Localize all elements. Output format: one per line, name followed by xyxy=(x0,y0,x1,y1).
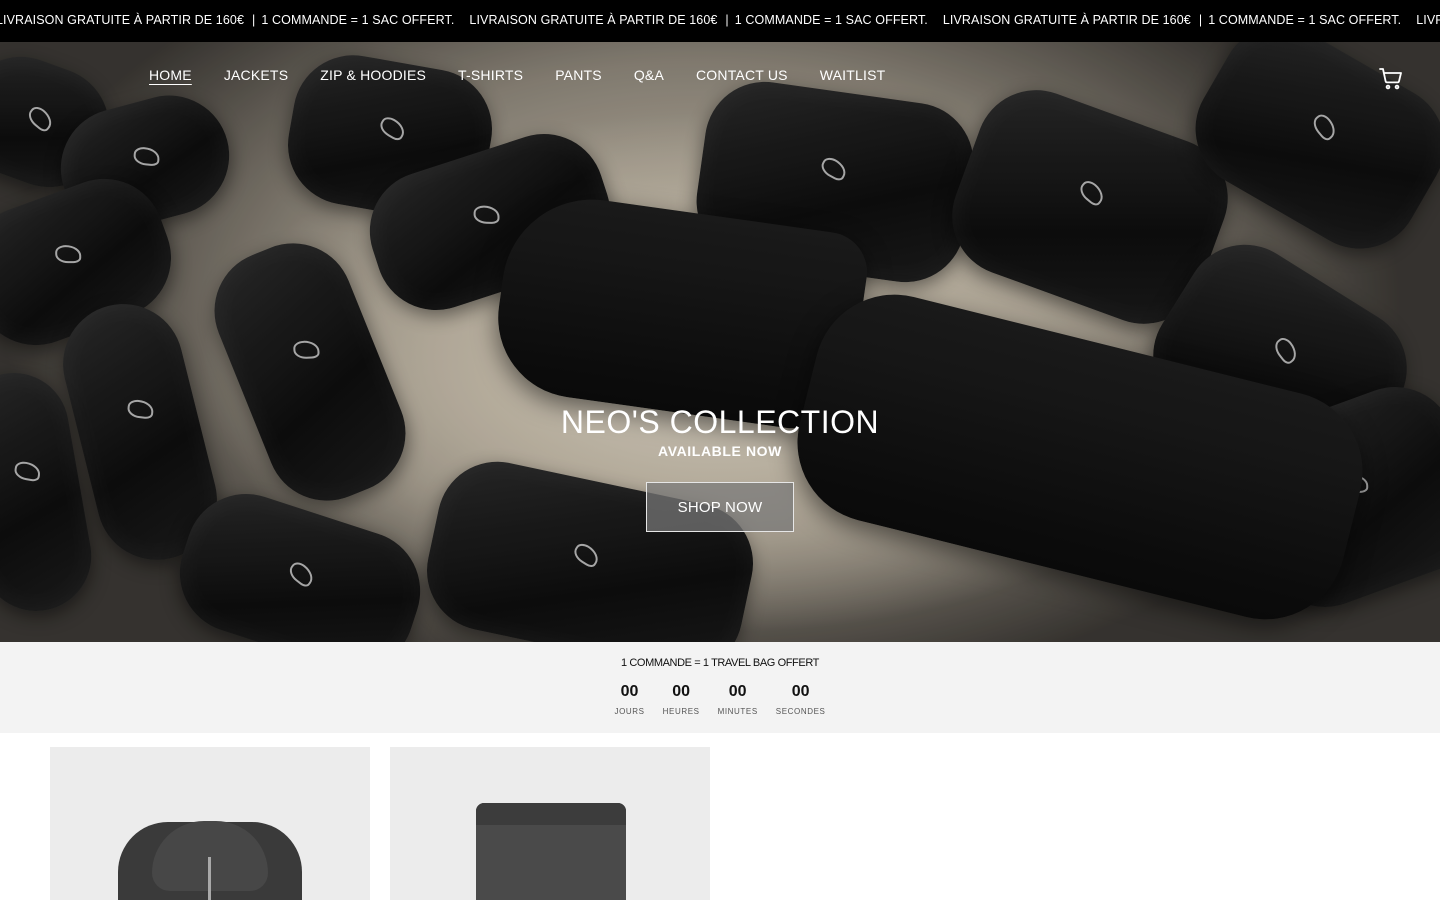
announcement-text: LIVRAISON GRATUIT xyxy=(1416,13,1440,27)
announcement-bar: LIVRAISON GRATUITE À PARTIR DE 160€ | 1 … xyxy=(0,0,1440,42)
countdown-days: 00 JOURS xyxy=(615,683,645,716)
nav-item-zip-hoodies[interactable]: ZIP & HOODIES xyxy=(320,67,426,83)
announcement-message: LIVRAISON GRATUIT xyxy=(1416,13,1440,27)
announcement-text: 1 COMMANDE = 1 SAC OFFERT. xyxy=(261,13,455,27)
countdown-label: JOURS xyxy=(614,707,645,716)
announcement-message: LIVRAISON GRATUITE À PARTIR DE 160€ | 1 … xyxy=(943,13,1416,27)
cart-icon[interactable] xyxy=(1377,64,1405,92)
nav-item-jackets[interactable]: JACKETS xyxy=(224,67,288,83)
countdown-value: 00 xyxy=(620,683,639,700)
countdown-minutes: 00 MINUTES xyxy=(718,683,758,716)
announcement-text: LIVRAISON GRATUITE À PARTIR DE 160€ xyxy=(942,13,1191,27)
countdown-banner: 1 COMMANDE = 1 TRAVEL BAG OFFERT 00 JOUR… xyxy=(0,642,1440,733)
countdown-hours: 00 HEURES xyxy=(663,683,700,716)
announcement-track: LIVRAISON GRATUITE À PARTIR DE 160€ | 1 … xyxy=(0,13,1440,27)
nav-item-home[interactable]: HOME xyxy=(149,67,192,83)
countdown-value: 00 xyxy=(728,683,747,700)
countdown-title: 1 COMMANDE = 1 TRAVEL BAG OFFERT xyxy=(621,657,819,669)
countdown-label: MINUTES xyxy=(717,707,758,716)
announcement-separator: | xyxy=(252,13,256,27)
product-card-zip-hoodie[interactable] xyxy=(50,747,370,900)
countdown-seconds: 00 SECONDES xyxy=(776,683,826,716)
announcement-text: LIVRAISON GRATUITE À PARTIR DE 160€ xyxy=(469,13,718,27)
countdown-value: 00 xyxy=(672,683,690,700)
pants-waistband xyxy=(476,803,626,825)
countdown-value: 00 xyxy=(791,683,810,700)
main-nav: HOME JACKETS ZIP & HOODIES T-SHIRTS PANT… xyxy=(149,67,917,83)
nav-item-qa[interactable]: Q&A xyxy=(634,67,664,83)
announcement-message: LIVRAISON GRATUITE À PARTIR DE 160€ | 1 … xyxy=(469,13,942,27)
countdown-label: SECONDES xyxy=(775,707,826,716)
announcement-separator: | xyxy=(725,13,729,27)
countdown-label: HEURES xyxy=(662,707,700,716)
announcement-separator: | xyxy=(1198,13,1203,27)
nav-item-pants[interactable]: PANTS xyxy=(555,67,602,83)
announcement-message: LIVRAISON GRATUITE À PARTIR DE 160€ | 1 … xyxy=(0,13,469,27)
nav-item-t-shirts[interactable]: T-SHIRTS xyxy=(458,67,523,83)
announcement-text: 1 COMMANDE = 1 SAC OFFERT. xyxy=(734,13,928,27)
hero-banner[interactable]: NEO'S COLLECTION AVAILABLE NOW SHOP NOW xyxy=(0,42,1440,642)
shop-now-button[interactable]: SHOP NOW xyxy=(646,482,794,532)
product-card-pants[interactable] xyxy=(390,747,710,900)
announcement-text: 1 COMMANDE = 1 SAC OFFERT. xyxy=(1208,13,1402,27)
nav-item-waitlist[interactable]: WAITLIST xyxy=(820,67,886,83)
nav-item-contact-us[interactable]: CONTACT US xyxy=(696,67,788,83)
hoodie-zipper xyxy=(208,857,211,900)
hero-subtitle: AVAILABLE NOW xyxy=(658,443,782,459)
hero-overlay xyxy=(0,42,1440,642)
hero-title: NEO'S COLLECTION xyxy=(560,404,880,440)
countdown-timer: 00 JOURS 00 HEURES 00 MINUTES 00 SECONDE… xyxy=(0,683,1440,716)
announcement-text: LIVRAISON GRATUITE À PARTIR DE 160€ xyxy=(0,13,245,27)
